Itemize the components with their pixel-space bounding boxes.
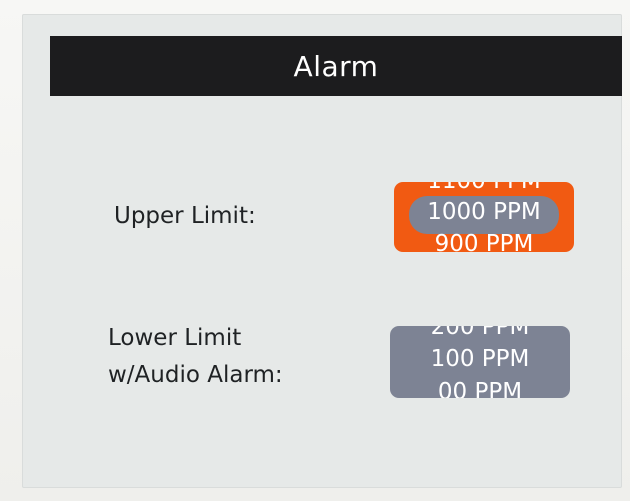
lower-limit-label-line1: Lower Limit	[108, 325, 242, 351]
upper-limit-label: Upper Limit:	[114, 203, 256, 229]
lower-limit-label-line2: w/Audio Alarm:	[108, 362, 283, 388]
dialog-header: Alarm	[50, 36, 622, 96]
picker-option-next[interactable]: 900 PPM	[394, 231, 574, 252]
upper-limit-picker[interactable]: 1100 PPM 1000 PPM 900 PPM	[394, 182, 574, 252]
lower-limit-picker[interactable]: 200 PPM 100 PPM 00 PPM	[390, 326, 570, 398]
picker-option-next[interactable]: 00 PPM	[390, 379, 570, 398]
picker-option-selected[interactable]: 1000 PPM	[394, 199, 574, 225]
device-screen: Alarm Upper Limit: 1100 PPM 1000 PPM 900…	[22, 14, 622, 488]
dialog-title: Alarm	[293, 49, 379, 83]
picker-option-previous[interactable]: 1100 PPM	[394, 182, 574, 194]
picker-option-previous[interactable]: 200 PPM	[390, 326, 570, 340]
lower-limit-label: Lower Limit w/Audio Alarm:	[108, 320, 283, 394]
picker-option-selected[interactable]: 100 PPM	[390, 346, 570, 372]
